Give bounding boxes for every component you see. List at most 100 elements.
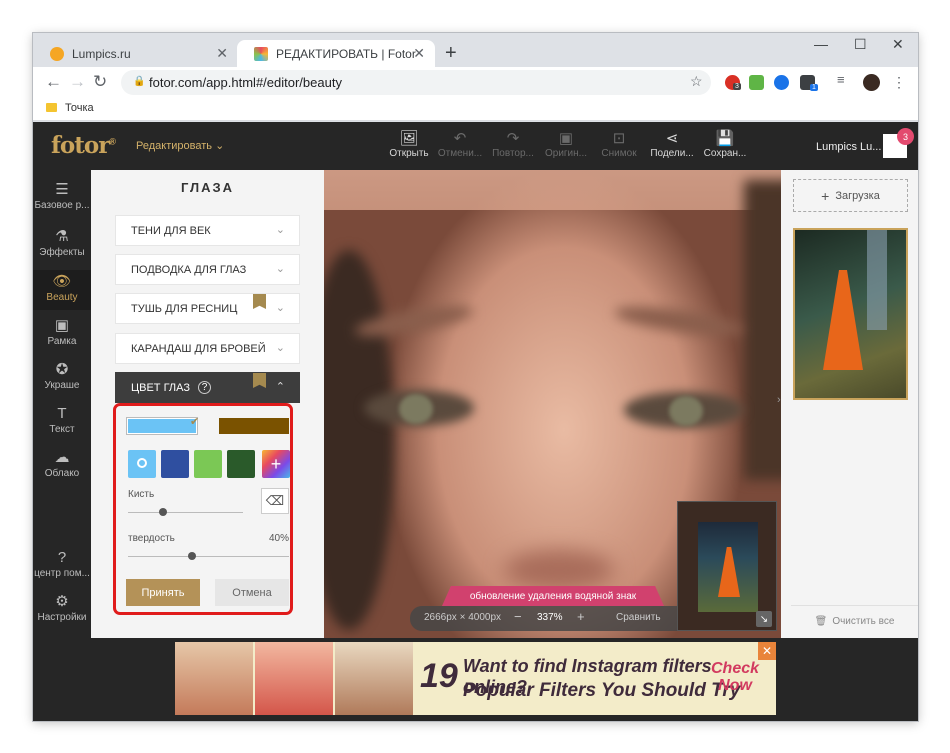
chevron-right-icon[interactable]: › [777,394,781,406]
tool-label: Подели... [650,148,694,159]
premium-icon [253,294,266,309]
edit-menu[interactable]: Редактировать ⌄ [136,139,224,152]
maximize-icon[interactable]: ☐ [854,36,867,53]
sidebar-item-label: Эффекты [39,247,85,258]
ad-number: 19 [420,657,458,695]
undo-button[interactable]: ↶ Отмени... [436,130,484,159]
save-icon: 💾 [715,130,735,147]
sidebar-item-text[interactable]: T Текст [33,404,91,435]
tool-label: Снимок [601,148,637,159]
logo-text: fotor [51,132,110,159]
chevron-down-icon: ⌄ [275,342,285,354]
tab-label: РЕДАКТИРОВАТЬ | Fotor [276,46,416,61]
bookmark-star-icon[interactable]: ☆ [690,73,703,90]
accordion-eye-color[interactable]: ЦВЕТ ГЛАЗ? ⌃ [115,372,300,403]
tool-label: Открыть [389,148,429,159]
sidebar-item-label: Настройки [37,612,87,623]
chevron-down-icon: ⌄ [275,224,285,236]
chevron-down-icon: ⌄ [215,140,225,152]
tab-lumpics[interactable]: Lumpics.ru ✕ [33,40,238,67]
sidebar-item-label: Украше [44,380,80,391]
sidebar-item-effects[interactable]: ⚗ Эффекты [33,227,91,258]
share-button[interactable]: ⋖ Подели... [648,130,696,159]
open-button[interactable]: 🖼 Открыть [385,130,433,159]
forehead [324,170,781,210]
sidebar-item-stickers[interactable]: ✪ Украше [33,360,91,391]
accordion-eyeshadow[interactable]: ТЕНИ ДЛЯ ВЕК ⌄ [115,215,300,246]
panel-title: ГЛАЗА [180,180,235,195]
browser-toolbar: ← → ↻ 🔒 fotor.com/app.html#/editor/beaut… [33,67,918,97]
left-iris [399,394,433,424]
tool-label: Отмени... [437,148,483,159]
gear-icon: ⚙ [55,593,69,610]
navigator-preview[interactable]: ↘ [677,501,777,631]
tab-strip: Lumpics.ru ✕ РЕДАКТИРОВАТЬ | Fotor ✕ + —… [33,33,918,67]
nose [504,550,614,590]
fotor-app: fotor® Редактировать ⌄ 🖼 Открыть ↶ Отмени.… [33,122,918,721]
watermark-removal-banner[interactable]: обновление удаления водяной знак [442,586,664,606]
compare-button[interactable]: Сравнить [616,612,661,623]
back-icon[interactable]: ← [45,72,62,92]
ad-cta-line-2: Now [718,677,752,694]
photo-canvas[interactable]: обновление удаления водяной знак 2666px … [324,170,781,638]
ad-photo-2 [255,642,333,715]
sidebar-item-help[interactable]: ? центр пом... [33,548,91,579]
address-bar[interactable]: 🔒 fotor.com/app.html#/editor/beauty [121,70,711,95]
frame-icon: ▣ [54,317,70,334]
chevron-down-icon: ⌄ [275,302,285,314]
fotor-logo[interactable]: fotor® [51,132,116,159]
user-name[interactable]: Lumpics Lu... [816,141,881,153]
clear-all-button[interactable]: 🗑 Очистить все [791,605,918,627]
ad-cta[interactable]: Check Now [711,660,759,694]
close-tab-icon[interactable]: ✕ [216,45,228,62]
zoom-out-icon[interactable]: − [514,609,522,624]
reading-list-icon[interactable]: ≡ [837,72,852,87]
music-extension-icon[interactable] [749,75,764,90]
sidebar-item-cloud[interactable]: ☁ Облако [33,448,91,479]
new-tab-icon[interactable]: + [445,42,457,65]
accordion-label: ТУШЬ ДЛЯ РЕСНИЦ [131,302,238,315]
minimize-icon[interactable]: — [814,36,828,52]
notification-badge[interactable]: 3 [897,128,914,145]
ad-banner[interactable]: 19 Want to find Instagram filters online… [175,642,776,715]
zoom-in-icon[interactable]: + [577,609,585,624]
panel-collapse-strip[interactable]: › [777,170,791,638]
accordion-label: ТЕНИ ДЛЯ ВЕК [131,224,211,237]
tool-label: Повтор... [492,148,534,159]
save-button[interactable]: 💾 Сохран... [701,130,749,159]
accordion-eyeliner[interactable]: ПОДВОДКА ДЛЯ ГЛАЗ ⌄ [115,254,300,285]
sidebar-item-basic[interactable]: ☰ Базовое р... [33,180,91,211]
uploaded-thumbnail[interactable] [793,228,908,400]
bookmarks-bar: Точка [33,97,918,121]
redo-button[interactable]: ↷ Повтор... [489,130,537,159]
right-panel: + Загрузка 🗑 Очистить все [791,170,918,638]
forward-icon[interactable]: → [69,72,86,92]
sidebar-item-settings[interactable]: ⚙ Настройки [33,592,91,623]
sidebar-item-frame[interactable]: ▣ Рамка [33,316,91,347]
logo-mark: ® [109,136,116,147]
snapshot-button[interactable]: ⊡ Снимок [595,130,643,159]
help-icon[interactable]: ? [198,381,212,394]
original-button[interactable]: ▣ Оригин... [542,130,590,159]
tab-fotor[interactable]: РЕДАКТИРОВАТЬ | Fotor ✕ [237,40,435,67]
menu-dots-icon[interactable]: ⋮ [892,74,906,91]
close-tab-icon[interactable]: ✕ [413,45,425,62]
close-ad-icon[interactable]: ✕ [758,642,776,660]
globe-extension-icon[interactable] [774,75,789,90]
profile-avatar[interactable] [863,74,880,91]
accordion-label: ЦВЕТ ГЛАЗ [131,381,191,394]
sidebar-item-label: Текст [49,424,75,435]
bookmark-item[interactable]: Точка [65,102,94,114]
zoom-bar: 2666px × 4000px − 337% + Сравнить [410,606,692,631]
redo-icon: ↷ [506,130,520,147]
close-window-icon[interactable]: ✕ [892,36,904,53]
accordion-mascara[interactable]: ТУШЬ ДЛЯ РЕСНИЦ ⌄ [115,293,300,324]
upload-label: Загрузка [835,189,880,202]
accordion-brow-pencil[interactable]: КАРАНДАШ ДЛЯ БРОВЕЙ ⌄ [115,333,300,364]
reload-icon[interactable]: ↻ [93,72,107,92]
sidebar-item-beauty[interactable]: 👁 Beauty [33,270,91,310]
chevron-up-icon: ⌃ [275,381,285,393]
expand-icon[interactable]: ↘ [756,611,772,627]
upload-button[interactable]: + Загрузка [793,179,908,212]
right-iris [669,396,703,426]
